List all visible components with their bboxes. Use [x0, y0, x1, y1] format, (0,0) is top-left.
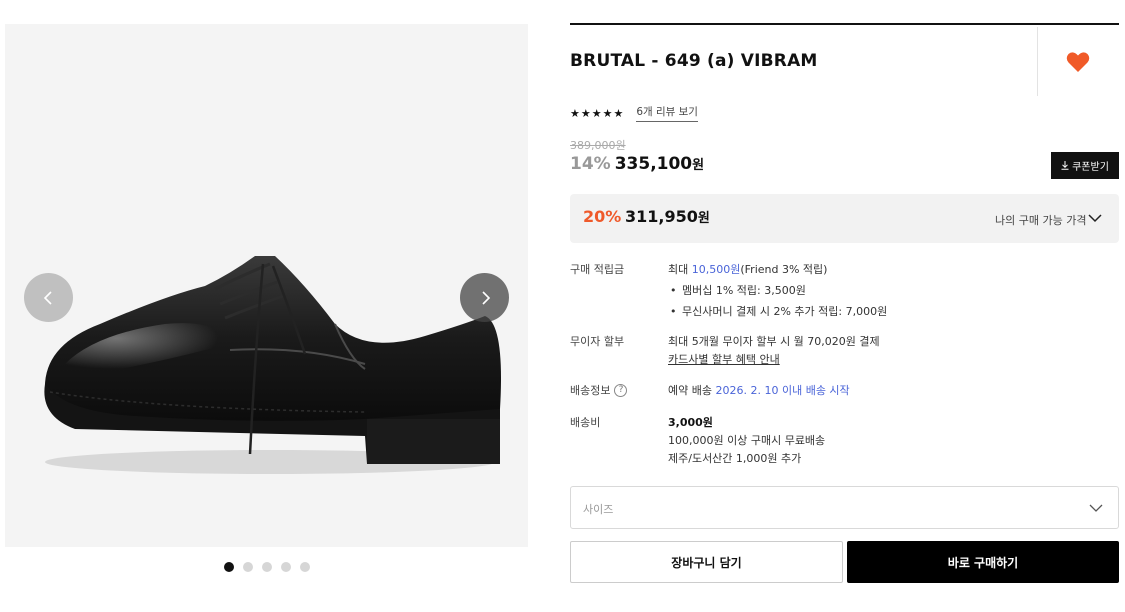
shipping-fee-value: 3,000원 100,000원 이상 구매시 무료배송 제주/도서산간 1,00…: [668, 414, 825, 468]
chevron-right-icon: [481, 290, 490, 305]
shipping-fee-amount: 3,000원: [668, 416, 713, 429]
installment-label: 무이자 할부: [570, 335, 625, 348]
help-icon[interactable]: ?: [614, 383, 628, 397]
gallery-dot-1[interactable]: [224, 562, 234, 572]
download-icon: [1061, 161, 1069, 170]
chevron-down-icon: [1088, 214, 1102, 223]
sale-price-unit: 원: [692, 158, 705, 173]
delivery-key: 배송정보 ?: [570, 382, 628, 398]
sale-price: 335,100: [614, 154, 693, 174]
points-max-line: 최대 10,500원(Friend 3% 적립): [668, 261, 887, 279]
sale-price-row: 14% 335,100 원: [570, 154, 704, 174]
gallery-dot-2[interactable]: [243, 562, 253, 572]
divider: [1037, 27, 1038, 96]
coupon-button[interactable]: 쿠폰받기: [1051, 152, 1119, 179]
add-to-cart-button[interactable]: 장바구니 담기: [570, 541, 843, 583]
my-price-value: 311,950: [625, 207, 698, 226]
delivery-date: 2026. 2. 10 이내 배송 시작: [715, 384, 850, 397]
installment-value: 최대 5개월 무이자 할부 시 월 70,020원 결제 카드사별 할부 혜택 …: [668, 333, 880, 369]
gallery-next-button[interactable]: [460, 273, 509, 322]
sale-rate: 14%: [570, 154, 611, 174]
size-select[interactable]: 사이즈: [570, 486, 1119, 529]
buy-now-button[interactable]: 바로 구매하기: [847, 541, 1119, 583]
gallery-dot-3[interactable]: [262, 562, 272, 572]
installment-text: 최대 5개월 무이자 할부 시 월 70,020원 결제: [668, 335, 880, 348]
gallery-dot-4[interactable]: [281, 562, 291, 572]
chevron-left-icon: [43, 290, 52, 305]
chevron-down-icon: [1089, 504, 1103, 512]
shipping-free-line: 100,000원 이상 구매시 무료배송: [668, 434, 826, 447]
my-discount-rate: 20%: [583, 207, 622, 226]
points-bullet-membership: 멤버십 1% 적립: 3,500원: [668, 282, 887, 300]
gallery-pagination: [224, 562, 310, 572]
gallery-dot-5[interactable]: [300, 562, 310, 572]
points-label: 구매 적립금: [570, 263, 625, 276]
divider: [570, 23, 1119, 25]
points-suffix: (Friend 3% 적립): [740, 263, 828, 276]
points-value: 최대 10,500원(Friend 3% 적립) 멤버십 1% 적립: 3,50…: [668, 261, 887, 321]
review-link[interactable]: 6개 리뷰 보기: [636, 104, 698, 122]
my-price: 311,950원: [625, 207, 710, 226]
delivery-prefix: 예약 배송: [668, 384, 712, 397]
my-price-label: 나의 구매 가능 가격: [995, 214, 1087, 227]
heart-icon[interactable]: [1066, 51, 1090, 73]
star-rating: ★★★★★: [570, 106, 625, 120]
rating-row: ★★★★★ 6개 리뷰 보기: [570, 104, 698, 122]
coupon-button-label: 쿠폰받기: [1072, 162, 1109, 173]
gallery-prev-button[interactable]: [24, 273, 73, 322]
points-prefix: 최대: [668, 263, 689, 276]
original-price: 389,000원: [570, 139, 626, 152]
product-info-panel: BRUTAL - 649 (a) VIBRAM ★★★★★ 6개 리뷰 보기 3…: [570, 23, 1119, 603]
points-amount: 10,500원: [691, 263, 741, 276]
product-image-gallery: [5, 24, 528, 547]
shipping-extra-line: 제주/도서산간 1,000원 추가: [668, 452, 802, 465]
points-bullet-money: 무신사머니 결제 시 2% 추가 적립: 7,000원: [668, 303, 887, 321]
my-price-box[interactable]: 20% 311,950원 나의 구매 가능 가격: [570, 194, 1119, 243]
size-select-placeholder: 사이즈: [583, 503, 614, 516]
delivery-label: 배송정보: [570, 384, 611, 397]
product-title: BRUTAL - 649 (a) VIBRAM: [570, 51, 818, 71]
shipping-fee-label: 배송비: [570, 416, 601, 429]
delivery-value: 예약 배송 2026. 2. 10 이내 배송 시작: [668, 382, 850, 400]
product-image: [44, 256, 501, 474]
my-price-unit: 원: [697, 211, 710, 226]
installment-link[interactable]: 카드사별 할부 혜택 안내: [668, 351, 880, 369]
